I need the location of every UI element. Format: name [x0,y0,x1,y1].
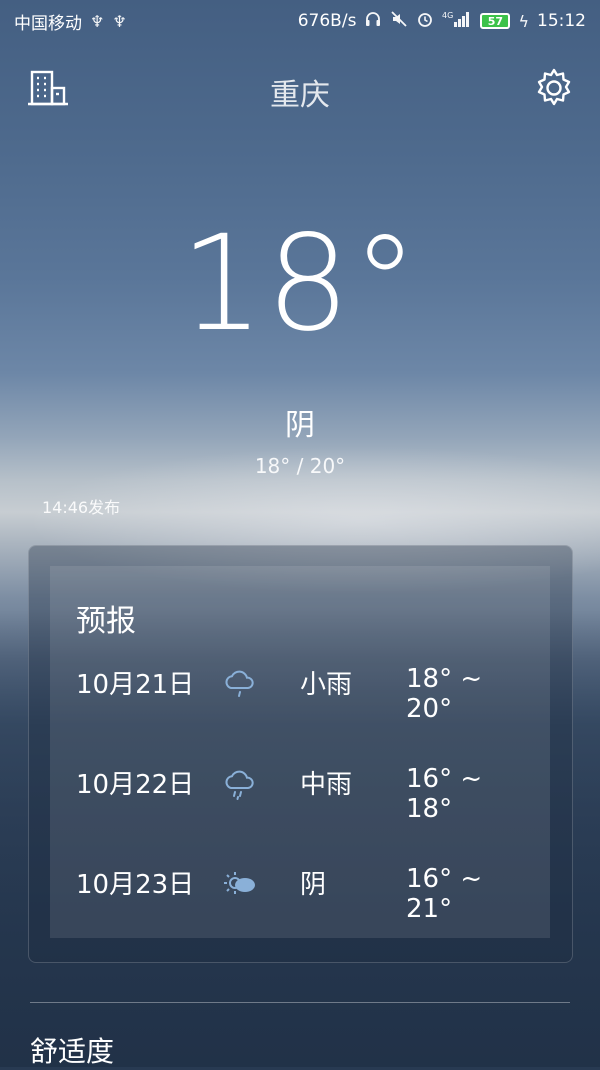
forecast-temps: 16° ~ 18° [406,764,483,824]
net-speed: 676B/s [297,11,357,31]
comfort-section-title: 舒适度 [30,1035,115,1068]
battery-level: 57 [487,14,504,28]
alarm-icon [416,10,434,32]
current-temperature: 18° [180,207,420,361]
headset-icon [364,10,382,32]
carrier-name: 中国移动 [14,13,82,34]
publish-time: 14:46发布 [42,498,121,517]
clock: 15:12 [537,11,586,31]
forecast-row: 10月21日 小雨 18° ~ 20° [76,664,536,724]
forecast-temps: 16° ~ 21° [406,864,483,924]
moderate-rain-icon [222,766,258,802]
top-bar: 重庆 [0,60,600,120]
forecast-condition: 中雨 [300,770,353,800]
section-divider [30,1002,570,1003]
forecast-row: 10月23日 阴 16° ~ 21° [76,864,536,924]
net-type: 4G [442,11,453,20]
battery-indicator: 57 [480,13,511,29]
forecast-row: 10月22日 中雨 16° ~ 18° [76,764,536,824]
light-rain-icon [222,666,258,702]
forecast-condition: 阴 [300,870,327,900]
mute-icon [390,10,408,32]
forecast-title: 预报 [76,604,136,639]
forecast-date: 10月22日 [76,770,195,800]
signal-icon: 4G [442,10,472,32]
charging-icon: ϟ [518,11,529,31]
forecast-condition: 小雨 [300,670,353,700]
forecast-date: 10月21日 [76,670,195,700]
settings-button[interactable] [530,66,578,114]
overcast-sun-icon [222,866,258,902]
weather-screen: { "status_bar": { "carrier": "中国移动", "ne… [0,0,600,1070]
current-condition: 阴 [285,408,315,443]
status-bar: 中国移动 ♆ ♆ 676B/s 4G 57 ϟ 15:12 [0,0,600,42]
forecast-temps: 18° ~ 20° [406,664,483,724]
today-temperature-range: 18° / 20° [254,454,346,478]
gear-icon [532,66,576,114]
usb-icon: ♆ [112,11,127,31]
city-title: 重庆 [270,78,330,113]
forecast-date: 10月23日 [76,870,195,900]
usb-icon: ♆ [90,11,105,31]
